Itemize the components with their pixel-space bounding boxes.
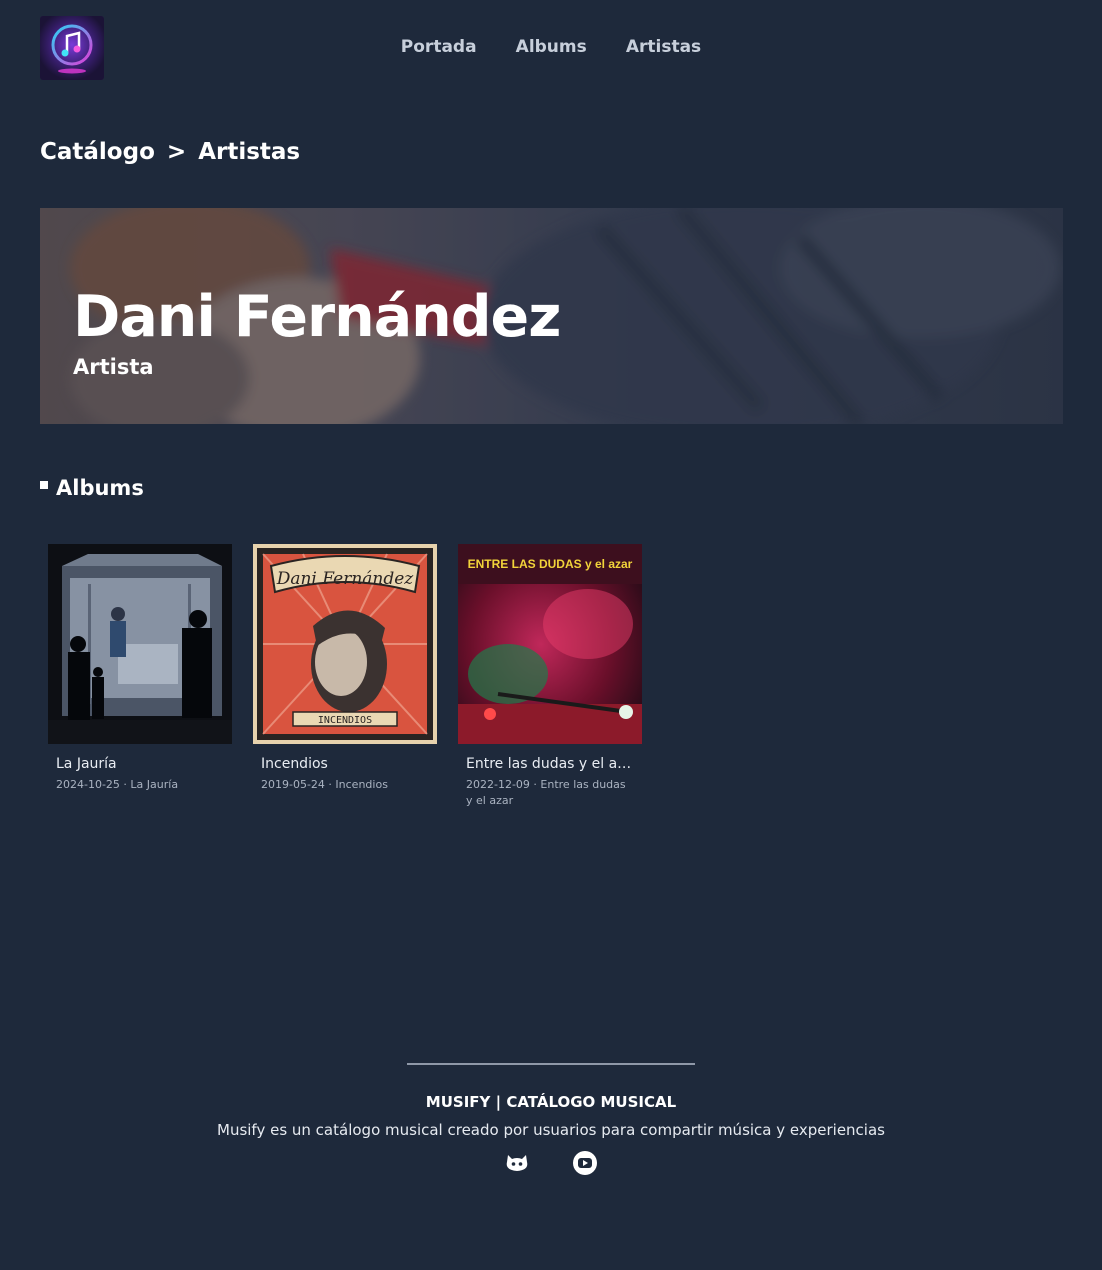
main-nav: Portada Albums Artistas <box>0 37 1102 57</box>
album-cover-la-jauria[interactable] <box>48 544 232 744</box>
album-cover-incendios-subtext: INCENDIOS <box>318 715 372 726</box>
album-cover-entre-text: ENTRE LAS DUDAS y el azar <box>468 557 633 571</box>
album-cover-entre-las-dudas[interactable]: ENTRE LAS DUDAS y el azar <box>458 544 642 744</box>
album-title[interactable]: Incendios <box>253 756 437 772</box>
breadcrumb-current: Artistas <box>198 139 301 165</box>
github-link[interactable] <box>504 1150 530 1176</box>
album-cover-incendios-text: Dani Fernández <box>276 569 415 589</box>
page: Portada Albums Artistas Catálogo > Artis… <box>0 0 1102 1270</box>
album-grid: La Jauría 2024-10-25 · La Jauría Dani Fe… <box>48 544 668 824</box>
album-title[interactable]: Entre las dudas y el az... <box>458 756 642 772</box>
album-meta: 2022-12-09 · Entre las dudas y el azar <box>466 778 626 807</box>
album-meta: 2019-05-24 · Incendios <box>261 778 388 791</box>
artist-name: Dani Fernández <box>73 284 561 350</box>
album-cover-incendios[interactable]: Dani Fernández INCENDIOS <box>253 544 437 744</box>
github-icon <box>507 1155 528 1171</box>
album-card[interactable]: Dani Fernández INCENDIOS Incendios 2019-… <box>253 544 437 793</box>
footer-description: Musify es un catálogo musical creado por… <box>217 1121 885 1139</box>
nav-link-portada[interactable]: Portada <box>401 37 477 57</box>
breadcrumb: Catálogo > Artistas <box>40 139 304 165</box>
youtube-icon <box>572 1151 597 1175</box>
section-marker-icon <box>40 481 48 489</box>
breadcrumb-separator: > <box>166 139 187 165</box>
albums-section-label: Albums <box>56 476 144 500</box>
footer-divider <box>407 1063 695 1065</box>
artist-role: Artista <box>73 355 154 379</box>
album-meta: 2024-10-25 · La Jauría <box>56 778 179 791</box>
nav-link-albums[interactable]: Albums <box>516 37 587 57</box>
social-links <box>0 1150 1102 1180</box>
artist-hero: Dani Fernández Artista <box>40 208 1063 424</box>
header: Portada Albums Artistas <box>0 0 1102 96</box>
breadcrumb-root[interactable]: Catálogo <box>40 139 155 165</box>
album-card[interactable]: La Jauría 2024-10-25 · La Jauría <box>48 544 232 793</box>
albums-section-title: Albums <box>40 476 144 500</box>
youtube-link[interactable] <box>572 1150 598 1176</box>
nav-link-artistas[interactable]: Artistas <box>626 37 701 57</box>
album-card[interactable]: ENTRE LAS DUDAS y el azar Entre las duda… <box>458 544 642 809</box>
footer-title: MUSIFY | CATÁLOGO MUSICAL <box>425 1093 677 1111</box>
album-title[interactable]: La Jauría <box>48 756 232 772</box>
